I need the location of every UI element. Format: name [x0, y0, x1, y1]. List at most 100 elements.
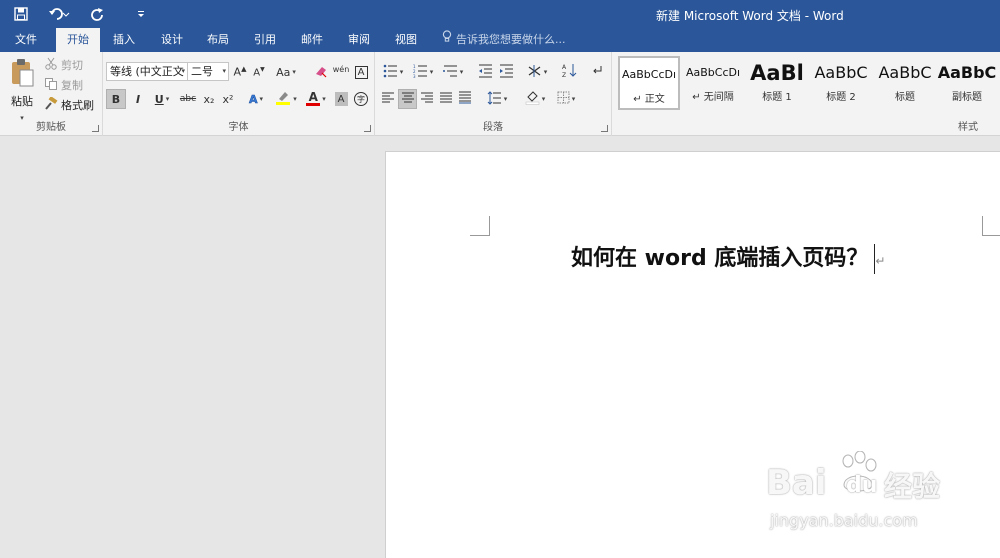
strikethrough-button[interactable]: abc [177, 89, 199, 109]
align-left-button[interactable] [379, 89, 397, 109]
distributed-button[interactable] [456, 89, 474, 109]
style-title[interactable]: AaBbC 标题 [874, 56, 936, 110]
change-case-label: Aa [276, 65, 291, 79]
watermark-jingyan: 经验 [884, 470, 941, 503]
tab-mailings[interactable]: 邮件 [292, 28, 332, 52]
shading-dropdown-icon: ▾ [541, 95, 546, 103]
borders-button[interactable]: ▾ [552, 89, 580, 109]
tab-review[interactable]: 审阅 [339, 28, 379, 52]
customize-qat-button[interactable] [128, 3, 154, 25]
copy-icon [44, 77, 61, 94]
tab-file[interactable]: 文件 [6, 28, 46, 52]
align-center-button[interactable] [398, 89, 417, 109]
shading-button[interactable]: ▾ [521, 89, 549, 109]
tell-me-placeholder: 告诉我您想要做什么... [456, 33, 566, 46]
enclose-characters-button[interactable]: 字 [352, 89, 370, 109]
style-normal[interactable]: AaBbCcDı ↵ 正文 [618, 56, 680, 110]
grow-font-button[interactable]: A▲ [231, 62, 249, 82]
copy-label: 复制 [61, 79, 83, 92]
asian-layout-button[interactable]: ▾ [523, 62, 551, 82]
increase-indent-button[interactable] [496, 62, 516, 82]
numbering-icon: 123 [413, 64, 428, 81]
clear-formatting-button[interactable] [313, 62, 329, 82]
style-subtitle[interactable]: AaBbC 副标题 [936, 56, 998, 110]
tab-references[interactable]: 引用 [245, 28, 285, 52]
undo-button[interactable] [42, 3, 76, 25]
superscript-button[interactable]: x² [219, 89, 237, 109]
decrease-indent-button[interactable] [475, 62, 495, 82]
align-center-icon [401, 92, 415, 107]
tab-view[interactable]: 视图 [386, 28, 426, 52]
tab-layout[interactable]: 布局 [198, 28, 238, 52]
margin-mark-top-left [470, 216, 490, 236]
multilevel-list-button[interactable]: ▾ [439, 62, 467, 82]
format-painter-icon [44, 95, 61, 114]
heading-text: 如何在 word 底端插入页码？ [571, 246, 869, 271]
font-size-dropdown-icon[interactable]: ▾ [222, 63, 226, 80]
align-right-button[interactable] [418, 89, 436, 109]
bullets-button[interactable]: ▾ [379, 62, 407, 82]
font-size-value: 二号 [191, 65, 213, 78]
eraser-icon [314, 64, 328, 81]
clipboard-launcher[interactable] [92, 125, 99, 132]
bullets-icon [383, 64, 398, 81]
format-painter-button[interactable]: 格式刷 [44, 95, 94, 114]
font-color-button[interactable]: A ▾ [302, 89, 330, 109]
highlight-color-button[interactable]: ▾ [271, 89, 301, 109]
margin-mark-top-right [982, 216, 1000, 236]
justify-button[interactable] [437, 89, 455, 109]
clipboard-group: 粘贴 ▾ 剪切 复制 格式刷 剪贴板 [0, 52, 103, 136]
justify-icon [439, 92, 453, 107]
distributed-icon [458, 91, 472, 107]
styles-group: 样式 [614, 114, 1000, 136]
tab-insert[interactable]: 插入 [104, 28, 144, 52]
line-spacing-button[interactable]: ▾ [483, 89, 511, 109]
paste-button[interactable]: 粘贴 ▾ [6, 58, 38, 122]
styles-group-label: 样式 [958, 122, 978, 133]
cut-button[interactable]: 剪切 [44, 56, 83, 74]
show-formatting-marks-button[interactable] [587, 62, 607, 82]
baidu-jingyan-watermark: Bai du 经验 jingyan.baidu.com [760, 445, 960, 545]
style-no-spacing[interactable]: AaBbCcDı ↵ 无间隔 [682, 56, 744, 110]
character-shading-icon: A [334, 92, 348, 106]
font-launcher[interactable] [364, 125, 371, 132]
shrink-font-button[interactable]: A▼ [251, 62, 267, 82]
style-name: ↵ 正文 [633, 94, 665, 105]
style-preview: AaBbC [878, 63, 932, 82]
tab-design[interactable]: 设计 [152, 28, 192, 52]
formatting-marks-icon [591, 65, 603, 80]
sort-button[interactable]: AZ [559, 62, 579, 82]
underline-button[interactable]: U ▾ [148, 89, 176, 109]
decrease-indent-icon [478, 64, 493, 81]
highlighter-icon [275, 90, 291, 109]
character-border-button[interactable]: A [353, 62, 369, 82]
save-button[interactable] [8, 3, 34, 25]
text-effects-button[interactable]: A ▾ [243, 89, 269, 109]
tell-me-box[interactable]: 告诉我您想要做什么... [442, 28, 566, 52]
style-heading-2[interactable]: AaBbC 标题 2 [810, 56, 872, 110]
bold-button[interactable]: B [106, 89, 126, 109]
change-case-button[interactable]: Aa ▾ [273, 62, 299, 82]
highlight-dropdown-icon: ▾ [293, 95, 297, 103]
customize-qat-icon [136, 9, 146, 19]
font-size-combo[interactable]: 二号 ▾ [187, 62, 229, 81]
borders-icon [557, 91, 570, 107]
document-heading[interactable]: 如何在 word 底端插入页码？ ↵ [571, 240, 885, 274]
copy-button[interactable]: 复制 [44, 76, 83, 94]
phonetic-guide-button[interactable]: wén [332, 60, 350, 80]
numbering-button[interactable]: 1 2 3 ▾ [409, 62, 437, 82]
tab-home[interactable]: 开始 [56, 28, 100, 52]
subscript-button[interactable]: x₂ [200, 89, 218, 109]
style-heading-1[interactable]: AaBl 标题 1 [746, 56, 808, 110]
svg-text:A: A [562, 64, 567, 71]
phonetic-guide-label: wén [332, 65, 350, 74]
character-shading-button[interactable]: A [332, 89, 350, 109]
font-name-combo[interactable]: 等线 (中文正文 ▾ [106, 62, 188, 81]
italic-button[interactable]: I [129, 89, 147, 109]
paragraph-launcher[interactable] [601, 125, 608, 132]
redo-button[interactable] [84, 3, 110, 25]
asian-layout-dropdown-icon: ▾ [543, 68, 548, 76]
font-color-dropdown-icon: ▾ [322, 95, 326, 103]
font-name-dropdown-icon[interactable]: ▾ [181, 63, 185, 80]
underline-label: U [154, 92, 164, 106]
